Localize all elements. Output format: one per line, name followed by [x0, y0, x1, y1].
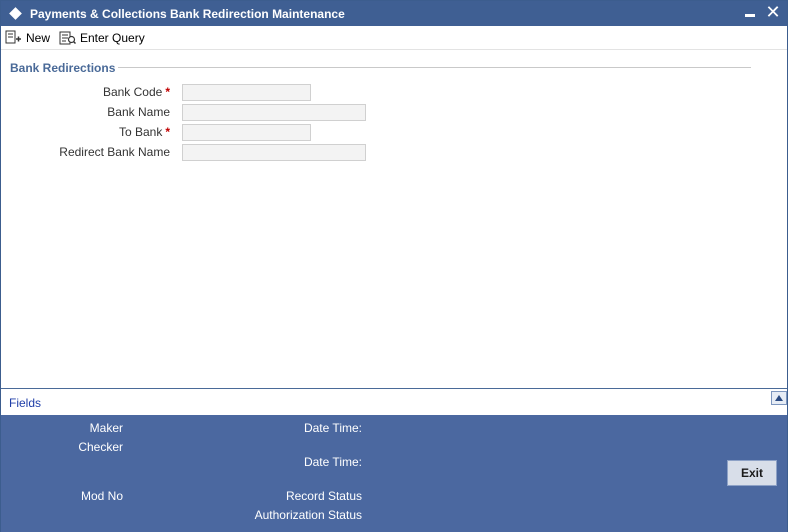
checker-date-time-label: Date Time:	[303, 455, 362, 469]
window: Payments & Collections Bank Redirection …	[0, 0, 788, 532]
close-icon[interactable]: ✕	[765, 3, 781, 21]
main-panel: Bank Redirections Bank Code * Bank Name T…	[1, 51, 787, 387]
bank-code-label-text: Bank Code	[102, 85, 163, 99]
redirect-bank-name-field[interactable]	[182, 144, 366, 161]
title-bar: Payments & Collections Bank Redirection …	[1, 1, 787, 26]
required-marker: *	[165, 125, 170, 139]
maker-label: Maker	[89, 421, 123, 435]
audit-panel: Maker Checker Mod No Date Time: Date Tim…	[1, 415, 787, 532]
exit-button[interactable]: Exit	[727, 460, 777, 486]
bank-code-input[interactable]	[182, 84, 311, 101]
authorization-status-label: Authorization Status	[254, 508, 362, 522]
toolbar: New Enter Query	[1, 26, 787, 50]
enter-query-button-label: Enter Query	[80, 31, 145, 45]
bank-name-field[interactable]	[182, 104, 366, 121]
bank-code-label: Bank Code *	[10, 85, 170, 99]
enter-query-button[interactable]: Enter Query	[59, 28, 145, 48]
to-bank-label-text: To Bank	[118, 125, 163, 139]
redirect-bank-name-label: Redirect Bank Name	[59, 145, 170, 159]
new-document-icon	[5, 30, 21, 44]
maker-date-time-label: Date Time:	[303, 421, 362, 435]
minimize-icon[interactable]	[745, 14, 755, 17]
section-divider	[118, 67, 751, 68]
new-button[interactable]: New	[5, 28, 50, 48]
mod-no-label: Mod No	[80, 489, 123, 503]
fields-bar: Fields	[1, 388, 787, 414]
enter-query-icon	[59, 31, 76, 45]
to-bank-label: To Bank *	[10, 125, 170, 139]
fields-link[interactable]: Fields	[9, 396, 41, 410]
checker-label: Checker	[78, 440, 123, 454]
window-title: Payments & Collections Bank Redirection …	[30, 7, 345, 21]
collapse-up-icon[interactable]	[771, 391, 787, 405]
bank-name-label: Bank Name	[107, 105, 170, 119]
to-bank-input[interactable]	[182, 124, 311, 141]
record-status-label: Record Status	[285, 489, 362, 503]
triangle-up-icon	[775, 395, 783, 401]
new-button-label: New	[26, 31, 51, 45]
diamond-icon	[9, 7, 22, 20]
section-title: Bank Redirections	[10, 61, 116, 75]
required-marker: *	[165, 85, 170, 99]
